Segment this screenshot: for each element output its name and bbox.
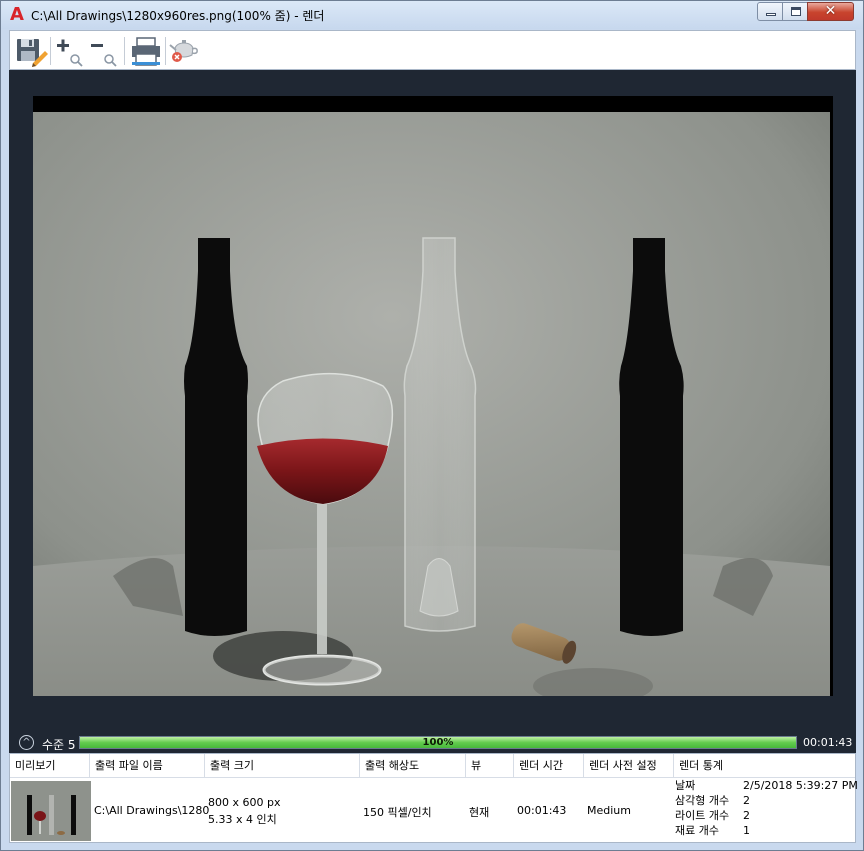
title-bar[interactable]: A C:\All Drawings\1280x960res.png(100% 줌… bbox=[1, 1, 863, 29]
render-history-panel: 미리보기 출력 파일 이름 출력 크기 출력 해상도 뷰 렌더 시간 렌더 사전… bbox=[9, 753, 858, 843]
output-size-inches: 5.33 x 4 인치 bbox=[208, 813, 277, 826]
elapsed-time: 00:01:43 bbox=[803, 736, 853, 749]
render-progress-bar: 100% bbox=[79, 736, 797, 749]
render-thumbnail[interactable] bbox=[11, 781, 91, 841]
render-toolbar bbox=[9, 30, 856, 70]
progress-strip: ^ 수준 5 100% 00:01:43 bbox=[9, 732, 856, 753]
toolbar-separator bbox=[124, 37, 125, 65]
zoom-out-button[interactable] bbox=[87, 35, 121, 67]
toolbar-separator bbox=[50, 37, 51, 65]
close-button[interactable]: ✕ bbox=[807, 2, 854, 21]
close-icon: ✕ bbox=[824, 3, 837, 19]
render-view: 현재 bbox=[469, 806, 490, 819]
stat-triangles-row: 삼각형 개수 2 bbox=[675, 794, 750, 807]
stat-value: 2 bbox=[743, 809, 750, 822]
column-header-output-size[interactable]: 출력 크기 bbox=[205, 754, 360, 777]
zoom-in-icon bbox=[57, 39, 83, 67]
column-header-statistics[interactable]: 렌더 통계 bbox=[674, 754, 855, 777]
toolbar-separator bbox=[165, 37, 166, 65]
stat-label: 라이트 개수 bbox=[675, 809, 730, 822]
save-icon bbox=[17, 39, 48, 67]
history-row[interactable]: C:\All Drawings\1280 800 x 600 px 5.33 x… bbox=[10, 778, 858, 843]
minimize-button[interactable] bbox=[757, 2, 783, 21]
autocad-a-icon[interactable]: A bbox=[8, 6, 26, 24]
cancel-render-teapot-icon bbox=[169, 40, 198, 62]
stat-label: 날짜 bbox=[675, 779, 696, 792]
window-title: C:\All Drawings\1280x960res.png(100% 줌) … bbox=[31, 9, 325, 23]
column-header-render-time[interactable]: 렌더 시간 bbox=[514, 754, 584, 777]
stat-value: 2/5/2018 5:39:27 PM bbox=[743, 779, 858, 792]
stat-materials-row: 재료 개수 1 bbox=[675, 824, 750, 837]
stat-label: 재료 개수 bbox=[675, 824, 719, 837]
column-header-preset[interactable]: 렌더 사전 설정 bbox=[584, 754, 674, 777]
stat-value: 2 bbox=[743, 794, 750, 807]
stat-label: 삼각형 개수 bbox=[675, 794, 730, 807]
thumbnail-image bbox=[11, 781, 91, 841]
maximize-icon bbox=[791, 7, 801, 16]
render-level-label: 수준 5 bbox=[42, 738, 76, 752]
rendered-image[interactable] bbox=[33, 96, 833, 696]
stat-value: 1 bbox=[743, 824, 750, 837]
output-size-px: 800 x 600 px bbox=[208, 796, 281, 809]
save-button[interactable] bbox=[14, 35, 48, 67]
render-statistics: 날짜 2/5/2018 5:39:27 PM 삼각형 개수 2 라이트 개수 2… bbox=[675, 779, 858, 843]
render-window: A C:\All Drawings\1280x960res.png(100% 줌… bbox=[0, 0, 864, 851]
stat-lights-row: 라이트 개수 2 bbox=[675, 809, 750, 822]
rendered-scene-image bbox=[33, 96, 833, 696]
column-header-resolution[interactable]: 출력 해상도 bbox=[360, 754, 466, 777]
expand-details-button[interactable]: ^ bbox=[19, 735, 34, 750]
column-header-filename[interactable]: 출력 파일 이름 bbox=[90, 754, 205, 777]
output-filename: C:\All Drawings\1280 bbox=[94, 804, 210, 817]
history-header-row: 미리보기 출력 파일 이름 출력 크기 출력 해상도 뷰 렌더 시간 렌더 사전… bbox=[10, 754, 855, 778]
output-resolution: 150 픽셀/인치 bbox=[363, 806, 432, 819]
zoom-in-button[interactable] bbox=[53, 35, 87, 67]
render-time-value: 00:01:43 bbox=[517, 804, 567, 817]
column-header-preview[interactable]: 미리보기 bbox=[10, 754, 90, 777]
minimize-icon bbox=[766, 13, 776, 16]
progress-percent-text: 100% bbox=[422, 737, 454, 748]
column-header-view[interactable]: 뷰 bbox=[466, 754, 514, 777]
maximize-button[interactable] bbox=[782, 2, 808, 21]
print-button[interactable] bbox=[129, 35, 163, 67]
print-icon bbox=[132, 37, 160, 66]
render-viewport[interactable] bbox=[9, 70, 856, 732]
render-preset-value: Medium bbox=[587, 804, 631, 817]
zoom-out-icon bbox=[91, 44, 117, 67]
stat-date-row: 날짜 2/5/2018 5:39:27 PM bbox=[675, 779, 858, 792]
cancel-render-button[interactable] bbox=[167, 35, 201, 67]
